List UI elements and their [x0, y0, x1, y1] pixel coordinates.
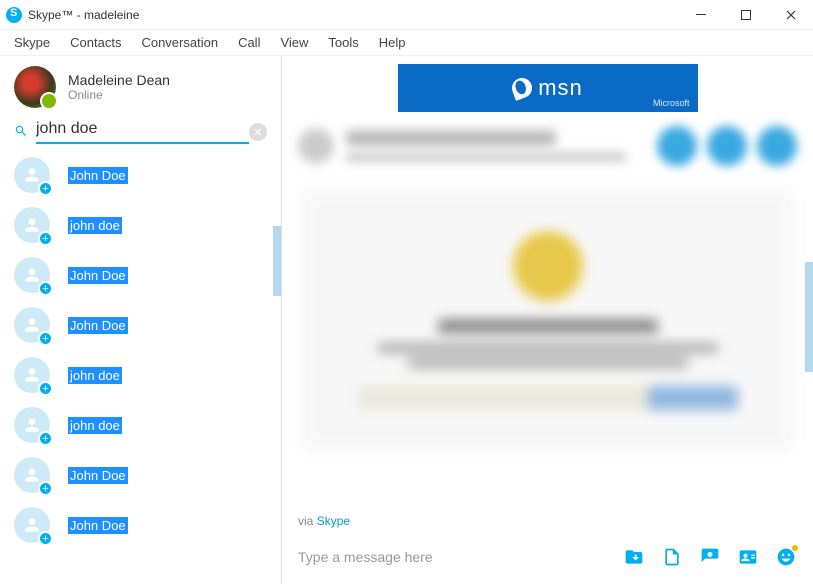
search-icon — [14, 124, 28, 141]
sidebar-scrollbar[interactable] — [273, 226, 281, 296]
add-contact-badge-icon: + — [38, 231, 53, 246]
search-results: + John Doe + john doe + John Doe + John … — [0, 150, 281, 584]
menu-call[interactable]: Call — [228, 32, 270, 53]
minimize-button[interactable] — [678, 0, 723, 30]
banner-sub: Microsoft — [653, 98, 690, 108]
contact-avatar-icon: + — [14, 307, 50, 343]
menu-contacts[interactable]: Contacts — [60, 32, 131, 53]
message-input[interactable] — [298, 549, 623, 565]
contact-avatar-icon: + — [14, 207, 50, 243]
profile-name: Madeleine Dean — [68, 72, 170, 88]
contact-name: John Doe — [68, 317, 128, 334]
contact-name: John Doe — [68, 467, 128, 484]
contact-name: John Doe — [68, 267, 128, 284]
add-contact-badge-icon: + — [38, 181, 53, 196]
menubar: Skype Contacts Conversation Call View To… — [0, 30, 813, 56]
add-contact-badge-icon: + — [38, 331, 53, 346]
send-contact-icon[interactable] — [737, 546, 759, 568]
contact-result[interactable]: + John Doe — [0, 250, 281, 300]
contact-name: john doe — [68, 367, 122, 384]
skype-logo-icon — [6, 7, 22, 23]
contact-avatar-icon: + — [14, 407, 50, 443]
window-title: Skype™ - madeleine — [28, 8, 139, 22]
menu-skype[interactable]: Skype — [4, 32, 60, 53]
sidebar: Madeleine Dean Online ✕ + John Doe + joh… — [0, 56, 282, 584]
search-row: ✕ — [0, 116, 281, 150]
profile-section[interactable]: Madeleine Dean Online — [0, 56, 281, 116]
conversation-blurred — [292, 118, 803, 510]
profile-avatar — [14, 66, 56, 108]
menu-tools[interactable]: Tools — [318, 32, 368, 53]
clear-search-button[interactable]: ✕ — [249, 123, 267, 141]
contact-name: John Doe — [68, 517, 128, 534]
msn-banner[interactable]: msn Microsoft — [398, 64, 698, 112]
contact-avatar-icon: + — [14, 507, 50, 543]
contact-result[interactable]: + John Doe — [0, 450, 281, 500]
conversation-pane: msn Microsoft via Skype — [282, 56, 813, 584]
contact-name: John Doe — [68, 167, 128, 184]
emoji-icon[interactable] — [775, 546, 797, 568]
composer — [282, 538, 813, 584]
send-file-icon[interactable] — [623, 546, 645, 568]
via-link[interactable]: Skype — [317, 514, 350, 528]
menu-help[interactable]: Help — [369, 32, 416, 53]
menu-view[interactable]: View — [270, 32, 318, 53]
window-controls — [678, 0, 813, 30]
contact-name: john doe — [68, 217, 122, 234]
menu-conversation[interactable]: Conversation — [131, 32, 228, 53]
via-prefix: via — [298, 514, 317, 528]
add-contact-badge-icon: + — [38, 381, 53, 396]
main-area: Madeleine Dean Online ✕ + John Doe + joh… — [0, 56, 813, 584]
contact-result[interactable]: + John Doe — [0, 500, 281, 550]
titlebar: Skype™ - madeleine — [0, 0, 813, 30]
add-contact-badge-icon: + — [38, 481, 53, 496]
contact-avatar-icon: + — [14, 257, 50, 293]
search-input[interactable] — [36, 120, 249, 144]
msn-butterfly-icon — [509, 75, 535, 101]
via-line: via Skype — [282, 510, 813, 538]
video-message-icon[interactable] — [699, 546, 721, 568]
contact-avatar-icon: + — [14, 457, 50, 493]
contact-result[interactable]: + john doe — [0, 200, 281, 250]
close-button[interactable] — [768, 0, 813, 30]
contact-name: john doe — [68, 417, 122, 434]
contact-avatar-icon: + — [14, 157, 50, 193]
banner-label: msn — [538, 75, 583, 101]
send-document-icon[interactable] — [661, 546, 683, 568]
contact-result[interactable]: + John Doe — [0, 300, 281, 350]
contact-avatar-icon: + — [14, 357, 50, 393]
contact-result[interactable]: + john doe — [0, 350, 281, 400]
add-contact-badge-icon: + — [38, 281, 53, 296]
maximize-button[interactable] — [723, 0, 768, 30]
profile-status: Online — [68, 88, 170, 102]
content-scrollbar[interactable] — [805, 262, 813, 372]
add-contact-badge-icon: + — [38, 431, 53, 446]
contact-result[interactable]: + John Doe — [0, 150, 281, 200]
add-contact-badge-icon: + — [38, 531, 53, 546]
contact-result[interactable]: + john doe — [0, 400, 281, 450]
